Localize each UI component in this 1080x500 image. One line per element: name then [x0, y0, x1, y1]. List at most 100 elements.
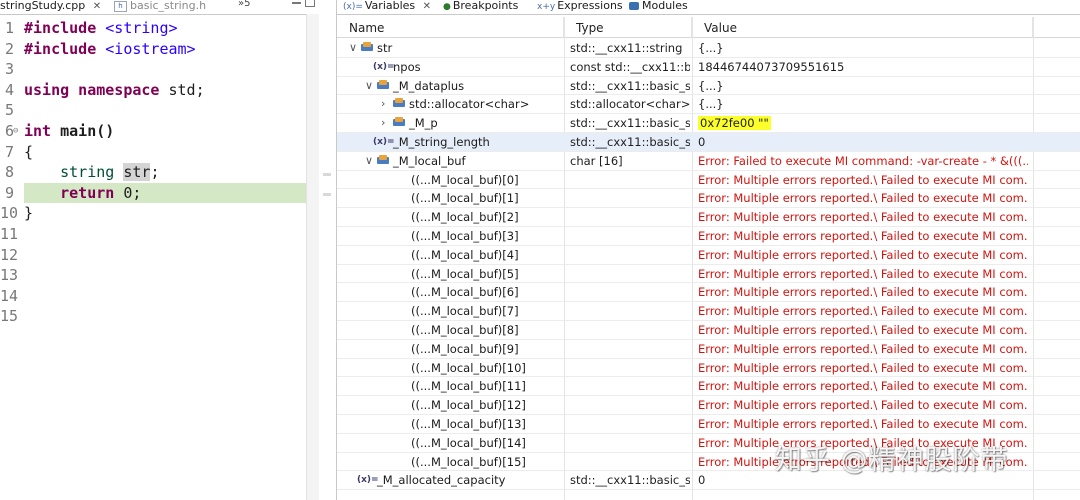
variable-row[interactable]: ((...M_local_buf)[8] Error: Multiple erro… — [337, 321, 1080, 340]
code-area[interactable]: 1 #include <string> 2 #include <iostream> 3 4… — [0, 18, 306, 327]
variable-value-error: Error: Multiple errors reported.\ Failed… — [698, 398, 1028, 413]
code-token: std; — [168, 80, 205, 99]
code-token: str — [123, 163, 151, 182]
variable-row[interactable]: › _M_p std::__cxx11::basic_st... 0x72fe00 "… — [337, 114, 1080, 133]
variable-row[interactable]: ((...M_local_buf)[3] Error: Multiple erro… — [337, 227, 1080, 246]
code-token: return — [24, 183, 124, 202]
variable-name: ((...M_local_buf)[8] — [411, 322, 519, 337]
code-line[interactable]: 9 return 0; — [0, 183, 306, 204]
code-line[interactable]: 15 — [0, 306, 306, 327]
variable-row[interactable]: ∨ _M_local_buf char [16] Error: Failed to e… — [337, 152, 1080, 171]
variable-row[interactable]: ∨ _M_dataplus std::__cxx11::basic_st... {..… — [337, 77, 1080, 96]
code-token: main() — [60, 121, 115, 140]
variable-row[interactable]: (x)= npos const std::__cxx11::b... 18446744… — [337, 58, 1080, 77]
variable-name-cell: ((...M_local_buf)[9] — [337, 340, 564, 358]
column-header-value[interactable]: Value — [692, 17, 1033, 37]
overview-marker[interactable] — [323, 173, 331, 176]
variable-value-error: Error: Multiple errors reported.\ Failed… — [698, 341, 1028, 356]
variable-row[interactable]: ((...M_local_buf)[7] Error: Multiple erro… — [337, 302, 1080, 321]
variable-row[interactable]: (x)= _M_string_length std::__cxx11::basic_… — [337, 132, 1080, 152]
line-number: 7 — [4, 142, 14, 161]
more-tabs-button[interactable]: »5 — [238, 0, 250, 9]
code-line[interactable]: 14 — [0, 286, 306, 307]
variable-type: const std::__cxx11::b... — [570, 59, 690, 74]
field-icon: (x)= — [373, 136, 395, 147]
close-icon[interactable]: ✕ — [423, 0, 431, 14]
variable-value-error: Error: Multiple errors reported.\ Failed… — [698, 379, 1028, 394]
variable-type: std::__cxx11::basic_st... — [570, 78, 690, 93]
collapse-chevron-icon[interactable]: ∨ — [349, 39, 357, 57]
variable-row[interactable]: ∨ str std::__cxx11::string {...} — [337, 39, 1080, 58]
code-line[interactable]: 5 — [0, 100, 306, 121]
code-line[interactable]: 2 #include <iostream> — [0, 39, 306, 60]
code-line[interactable]: 10} — [0, 203, 306, 224]
maximize-icon[interactable] — [305, 0, 315, 7]
close-icon[interactable]: ✕ — [93, 0, 101, 14]
variable-row[interactable]: ((...M_local_buf)[12] Error: Multiple err… — [337, 396, 1080, 415]
variable-name: ((...M_local_buf)[7] — [411, 304, 519, 319]
variable-name-cell: ∨ _M_dataplus — [337, 77, 564, 95]
tab-expressions[interactable]: x+y Expressions — [537, 0, 623, 14]
code-text: int main() — [24, 121, 114, 142]
code-line[interactable]: 1 #include <string> — [0, 18, 306, 39]
variable-row[interactable]: ((...M_local_buf)[0] Error: Multiple erro… — [337, 171, 1080, 190]
column-header-name[interactable]: Name — [337, 17, 564, 37]
variable-type: std::allocator<char> — [570, 97, 690, 112]
variable-row[interactable]: ((...M_local_buf)[1] Error: Multiple erro… — [337, 189, 1080, 209]
code-text: using namespace std; — [24, 80, 205, 101]
variable-name: ((...M_local_buf)[6] — [411, 285, 519, 300]
tab-label: Variables — [364, 0, 416, 12]
column-header-type[interactable]: Type — [564, 17, 692, 37]
variable-row[interactable]: ((...M_local_buf)[13] Error: Multiple err… — [337, 415, 1080, 434]
code-token: string — [24, 163, 124, 182]
collapse-chevron-icon[interactable]: ∨ — [365, 152, 373, 170]
code-line[interactable]: 6 ⊖ int main() — [0, 121, 306, 142]
variable-row[interactable]: ((...M_local_buf)[6] Error: Multiple erro… — [337, 283, 1080, 303]
variable-row[interactable]: ((...M_local_buf)[10] Error: Multiple err… — [337, 359, 1080, 378]
code-line[interactable]: 3 — [0, 59, 306, 80]
tab-modules[interactable]: Modules — [629, 0, 688, 14]
code-line[interactable]: 4 using namespace std; — [0, 80, 306, 101]
variable-name: ((...M_local_buf)[12] — [411, 398, 526, 413]
collapse-chevron-icon[interactable]: ∨ — [365, 77, 373, 95]
tab-basic-string-h[interactable]: h basic_string.h — [114, 0, 234, 14]
variable-name-cell: ((...M_local_buf)[5] — [337, 265, 564, 283]
tab-breakpoints[interactable]: ● Breakpoints — [443, 0, 518, 14]
variable-value-error: Error: Multiple errors reported.\ Failed… — [698, 266, 1028, 281]
variable-type — [570, 396, 690, 414]
variable-name-cell: ((...M_local_buf)[0] — [337, 171, 564, 189]
variable-row[interactable]: ((...M_local_buf)[5] Error: Multiple erro… — [337, 265, 1080, 284]
editor-vertical-ruler[interactable] — [306, 14, 319, 500]
variable-row[interactable]: ((...M_local_buf)[11] Error: Multiple err… — [337, 377, 1080, 397]
struct-icon — [393, 117, 405, 127]
tab-stringstudy-cpp[interactable]: stringStudy.cpp ✕ — [0, 0, 104, 14]
variable-row[interactable]: › std::allocator<char> std::allocator<char… — [337, 95, 1080, 115]
overview-marker[interactable] — [323, 193, 331, 196]
line-number: 13 — [0, 266, 19, 285]
variable-row[interactable]: ((...M_local_buf)[9] Error: Multiple erro… — [337, 340, 1080, 359]
code-editor-pane: stringStudy.cpp ✕ h basic_string.h »5 1 #i… — [0, 0, 331, 500]
variable-row[interactable]: ((...M_local_buf)[2] Error: Multiple erro… — [337, 208, 1080, 227]
fold-icon[interactable]: ⊖ — [13, 121, 18, 142]
variable-row[interactable]: ((...M_local_buf)[4] Error: Multiple erro… — [337, 246, 1080, 265]
minimize-icon[interactable] — [292, 2, 301, 4]
tab-variables[interactable]: (x)= Variables ✕ — [343, 0, 431, 14]
code-line[interactable]: 8 string str; — [0, 162, 306, 183]
variable-value-error: Error: Multiple errors reported.\ Failed… — [698, 416, 1028, 431]
variable-value-error: Error: Multiple errors reported.\ Failed… — [698, 247, 1028, 262]
breakpoints-icon: ● — [443, 2, 451, 12]
code-line[interactable]: 11 — [0, 224, 306, 245]
variable-name-cell: ((...M_local_buf)[7] — [337, 302, 564, 320]
code-text: string str; — [24, 162, 159, 183]
expand-chevron-icon[interactable]: › — [381, 114, 385, 132]
code-token: #include — [24, 39, 106, 58]
code-line[interactable]: 12 — [0, 245, 306, 266]
code-line[interactable]: 13 — [0, 265, 306, 286]
expand-chevron-icon[interactable]: › — [381, 95, 385, 113]
variable-name: ((...M_local_buf)[2] — [411, 210, 519, 225]
struct-icon — [377, 79, 389, 89]
variable-name: ((...M_local_buf)[0] — [411, 172, 519, 187]
code-text: return 0; — [24, 183, 141, 204]
code-line[interactable]: 7{ — [0, 142, 306, 163]
code-token: using namespace — [24, 80, 169, 99]
